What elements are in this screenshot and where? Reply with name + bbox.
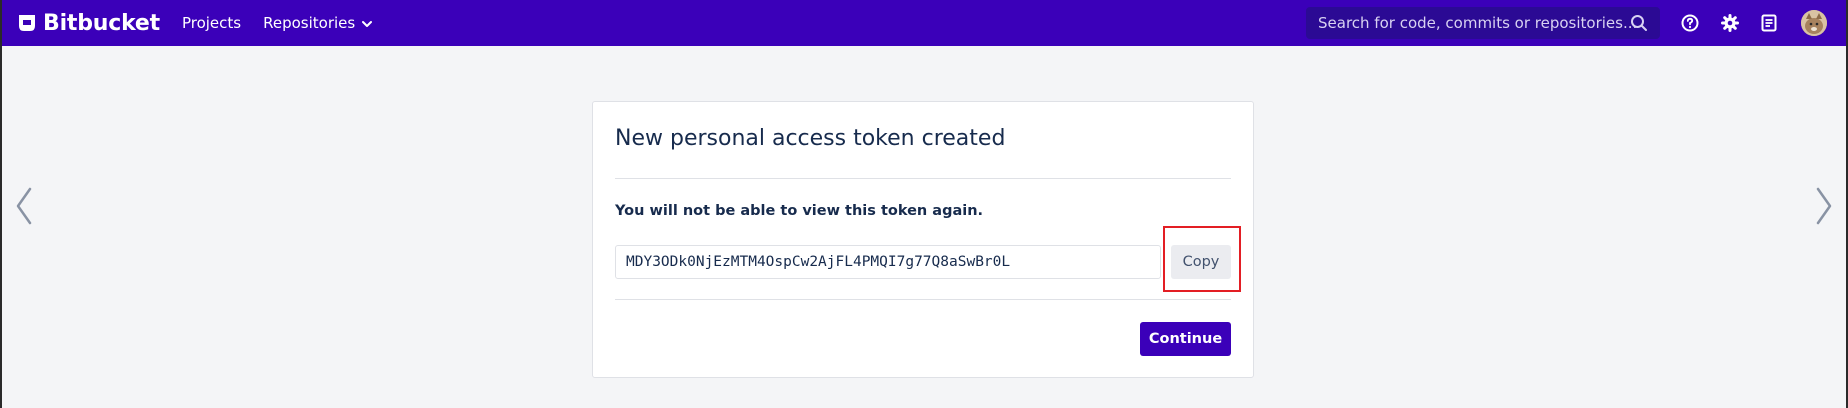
help-icon[interactable] xyxy=(1680,13,1700,33)
dialog-title: New personal access token created xyxy=(615,126,1006,151)
search-placeholder: Search for code, commits or repositories… xyxy=(1318,14,1638,32)
brand-name: Bitbucket xyxy=(43,10,160,36)
chevron-left-icon[interactable] xyxy=(14,186,34,226)
bitbucket-logo[interactable]: Bitbucket xyxy=(18,0,160,46)
chevron-right-icon[interactable] xyxy=(1814,186,1834,226)
nav-projects-label: Projects xyxy=(181,14,242,32)
copy-button[interactable]: Copy xyxy=(1171,245,1231,279)
avatar[interactable] xyxy=(1801,10,1827,36)
bitbucket-logo-icon xyxy=(19,15,35,31)
search-icon[interactable] xyxy=(1630,14,1648,36)
token-created-dialog: New personal access token created You wi… xyxy=(592,101,1254,378)
nav-projects[interactable]: Projects xyxy=(182,14,241,32)
header-divider xyxy=(615,178,1231,179)
nav-repositories-label: Repositories xyxy=(263,14,356,32)
warning-message: You will not be able to view this token … xyxy=(615,203,984,219)
top-navigation-bar: Bitbucket Projects Repositories Search f… xyxy=(2,0,1846,46)
search-input[interactable]: Search for code, commits or repositories… xyxy=(1306,7,1660,39)
continue-button[interactable]: Continue xyxy=(1140,322,1231,356)
chevron-down-icon xyxy=(362,14,373,32)
app-window: Bitbucket Projects Repositories Search f… xyxy=(0,0,1848,408)
token-field[interactable]: MDY3ODk0NjEzMTM4OspCw2AjFL4PMQI7g77Q8aSw… xyxy=(615,245,1161,279)
settings-icon[interactable] xyxy=(1720,13,1740,33)
nav-repositories[interactable]: Repositories xyxy=(263,14,373,32)
notes-icon[interactable] xyxy=(1759,13,1779,33)
footer-divider xyxy=(615,299,1231,300)
